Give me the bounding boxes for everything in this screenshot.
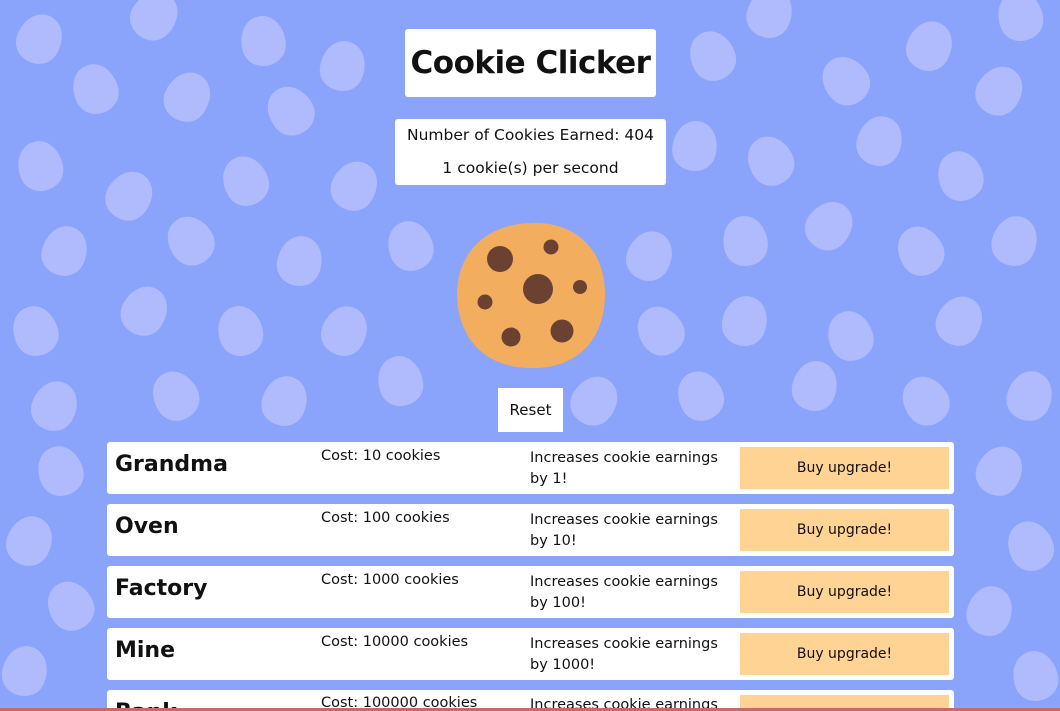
game-container: Cookie Clicker Number of Cookies Earned:… xyxy=(0,0,1060,711)
page-title: Cookie Clicker xyxy=(410,45,651,81)
upgrade-row-mine: Mine Cost: 10000 cookies Increases cooki… xyxy=(107,628,954,680)
upgrade-row-oven: Oven Cost: 100 cookies Increases cookie … xyxy=(107,504,954,556)
upgrade-name: Factory xyxy=(115,576,208,601)
upgrade-cost: Cost: 1000 cookies xyxy=(321,572,459,588)
upgrade-row-factory: Factory Cost: 1000 cookies Increases coo… xyxy=(107,566,954,618)
cookie-count-label: Number of Cookies Earned: 404 xyxy=(407,126,654,144)
chocolate-chip xyxy=(487,246,513,272)
cookie-rate-label: 1 cookie(s) per second xyxy=(442,159,619,177)
buy-factory-button[interactable]: Buy upgrade! xyxy=(740,571,949,613)
chocolate-chip xyxy=(573,280,587,294)
upgrade-cost: Cost: 100 cookies xyxy=(321,510,450,526)
upgrade-cost: Cost: 10000 cookies xyxy=(321,634,469,650)
upgrade-name: Oven xyxy=(115,514,179,539)
buy-grandma-button[interactable]: Buy upgrade! xyxy=(740,447,949,489)
upgrade-row-grandma: Grandma Cost: 10 cookies Increases cooki… xyxy=(107,442,954,494)
upgrade-description: Increases cookie earnings by 1000! xyxy=(530,636,718,673)
upgrade-description: Increases cookie earnings by 10! xyxy=(530,512,718,549)
chocolate-chip xyxy=(523,274,553,304)
cookie-icon[interactable] xyxy=(456,221,606,371)
upgrade-name: Mine xyxy=(115,638,176,663)
chocolate-chip xyxy=(501,327,521,347)
buy-oven-button[interactable]: Buy upgrade! xyxy=(740,509,949,551)
chocolate-chip xyxy=(550,319,574,343)
stats-panel: Number of Cookies Earned: 404 1 cookie(s… xyxy=(395,119,666,185)
reset-button[interactable]: Reset xyxy=(498,388,563,432)
upgrade-name: Grandma xyxy=(115,452,228,477)
chocolate-chip xyxy=(477,294,493,310)
upgrade-cost: Cost: 10 cookies xyxy=(321,448,441,464)
upgrade-description: Increases cookie earnings by 1! xyxy=(530,450,718,487)
upgrade-description: Increases cookie earnings by 100! xyxy=(530,574,718,611)
buy-mine-button[interactable]: Buy upgrade! xyxy=(740,633,949,675)
chocolate-chip xyxy=(543,239,559,255)
title-panel: Cookie Clicker xyxy=(405,29,656,97)
